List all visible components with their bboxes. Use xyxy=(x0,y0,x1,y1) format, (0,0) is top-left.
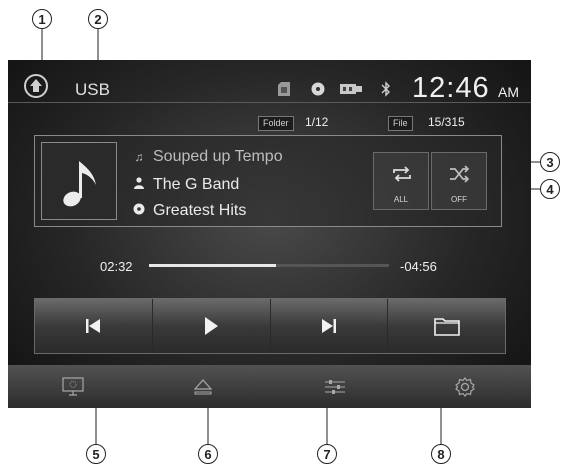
album-art xyxy=(41,142,117,220)
display-button[interactable] xyxy=(8,365,138,408)
play-button[interactable] xyxy=(153,299,271,353)
file-tag: File xyxy=(388,116,413,131)
callout-2: 2 xyxy=(88,9,108,29)
shuffle-button[interactable]: OFF xyxy=(431,152,487,210)
callout-4: 4 xyxy=(540,179,560,199)
track-album: Greatest Hits xyxy=(153,202,247,219)
music-note-icon: ♫ xyxy=(134,150,144,164)
repeat-icon xyxy=(393,166,411,182)
track-artist: The G Band xyxy=(153,176,240,193)
home-button[interactable] xyxy=(24,74,48,98)
music-note-art-icon xyxy=(63,161,96,207)
callout-3: 3 xyxy=(540,152,560,172)
playback-controls xyxy=(34,298,506,354)
bottom-menu-bar xyxy=(8,365,531,408)
person-icon xyxy=(133,177,145,192)
track-info-panel: ♫ Souped up Tempo The G Band Greatest Hit… xyxy=(34,135,502,227)
previous-track-button[interactable] xyxy=(35,299,153,353)
previous-track-icon xyxy=(86,319,101,333)
disc-icon xyxy=(311,82,325,96)
album-icon xyxy=(133,203,145,218)
home-icon xyxy=(30,79,42,92)
folder-icon xyxy=(433,318,460,336)
browse-folder-button[interactable] xyxy=(388,299,505,353)
callout-8: 8 xyxy=(431,444,451,464)
repeat-button[interactable]: ALL xyxy=(373,152,429,210)
shuffle-mode-label: OFF xyxy=(451,195,467,204)
status-divider xyxy=(8,102,531,103)
folder-value: 1/12 xyxy=(305,115,329,129)
callout-7: 7 xyxy=(317,444,337,464)
settings-gear-icon xyxy=(455,376,475,397)
eject-button[interactable] xyxy=(138,365,268,408)
display-icon xyxy=(62,376,84,396)
eject-icon xyxy=(193,378,213,394)
source-label: USB xyxy=(75,80,110,99)
settings-button[interactable] xyxy=(400,365,530,408)
progress-fill xyxy=(149,264,277,267)
sd-card-icon xyxy=(278,82,290,96)
callout-1: 1 xyxy=(32,9,52,29)
track-album-row: Greatest Hits xyxy=(133,202,246,220)
track-title-row: ♫ Souped up Tempo xyxy=(133,148,283,166)
file-value: 15/315 xyxy=(428,115,465,129)
track-artist-row: The G Band xyxy=(133,176,239,194)
shuffle-icon xyxy=(450,165,470,183)
equalizer-icon xyxy=(325,379,345,394)
clock-time: 12:46 xyxy=(412,72,490,104)
elapsed-time: 02:32 xyxy=(100,259,133,274)
usb-icon xyxy=(340,84,362,94)
head-unit-screen: USB 12:46 AM Folder 1/12 File 15/315 ♫ So… xyxy=(8,60,531,408)
clock-ampm: AM xyxy=(498,84,519,100)
next-track-icon xyxy=(321,319,336,333)
equalizer-button[interactable] xyxy=(270,365,400,408)
callout-5: 5 xyxy=(86,444,106,464)
repeat-mode-label: ALL xyxy=(393,195,409,204)
bluetooth-icon xyxy=(381,81,390,97)
play-icon xyxy=(205,317,219,335)
next-track-button[interactable] xyxy=(271,299,389,353)
remaining-time: -04:56 xyxy=(400,259,437,274)
folder-tag: Folder xyxy=(258,116,294,131)
callout-6: 6 xyxy=(198,444,218,464)
progress-bar[interactable] xyxy=(149,264,389,267)
track-title: Souped up Tempo xyxy=(153,148,283,165)
